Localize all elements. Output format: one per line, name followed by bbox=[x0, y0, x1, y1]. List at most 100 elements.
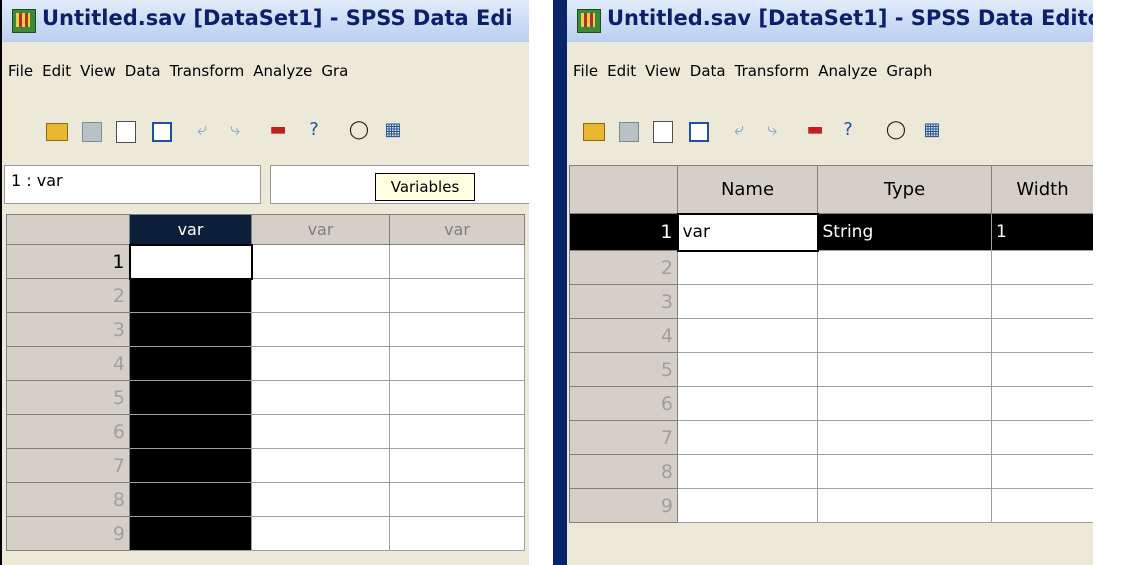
menu-analyze[interactable]: Analyze bbox=[253, 62, 312, 80]
row-header[interactable]: 4 bbox=[6, 346, 130, 381]
data-cell[interactable] bbox=[251, 448, 390, 483]
print-icon[interactable] bbox=[116, 121, 136, 143]
data-cell[interactable] bbox=[251, 516, 390, 551]
variable-type-cell[interactable] bbox=[817, 386, 992, 421]
variable-name-cell[interactable]: var bbox=[676, 212, 819, 252]
title-bar[interactable]: Untitled.sav [DataSet1] - SPSS Data Edi bbox=[2, 0, 529, 42]
title-bar[interactable]: Untitled.sav [DataSet1] - SPSS Data Edit… bbox=[567, 0, 1093, 42]
row-header[interactable]: 2 bbox=[6, 278, 130, 313]
variable-name-cell[interactable] bbox=[677, 284, 818, 319]
variables-icon[interactable]: ? bbox=[837, 119, 859, 141]
variable-width-cell[interactable] bbox=[991, 318, 1093, 353]
selected-cell[interactable] bbox=[129, 414, 252, 449]
column-header-name[interactable]: Name bbox=[677, 165, 818, 214]
variable-name-cell[interactable] bbox=[677, 318, 818, 353]
row-header[interactable]: 2 bbox=[569, 250, 678, 285]
row-header[interactable]: 4 bbox=[569, 318, 678, 353]
undo-icon[interactable]: ⤶ bbox=[191, 119, 213, 141]
variable-type-cell[interactable] bbox=[817, 352, 992, 387]
menu-transform[interactable]: Transform bbox=[735, 62, 810, 80]
data-cell[interactable] bbox=[389, 346, 525, 381]
variable-type-cell[interactable]: String bbox=[817, 213, 992, 251]
variable-name-cell[interactable] bbox=[677, 454, 818, 489]
open-icon[interactable] bbox=[583, 123, 605, 141]
variable-type-cell[interactable] bbox=[817, 250, 992, 285]
data-cell[interactable] bbox=[389, 448, 525, 483]
row-header[interactable]: 5 bbox=[6, 380, 130, 415]
row-header[interactable]: 3 bbox=[6, 312, 130, 347]
menu-edit[interactable]: Edit bbox=[607, 62, 636, 80]
data-cell[interactable] bbox=[389, 414, 525, 449]
variable-type-cell[interactable] bbox=[817, 454, 992, 489]
selected-cell[interactable] bbox=[129, 278, 252, 313]
redo-icon[interactable]: ⤷ bbox=[224, 119, 246, 141]
data-cell[interactable] bbox=[389, 278, 525, 313]
variable-width-cell[interactable] bbox=[991, 284, 1093, 319]
menu-transform[interactable]: Transform bbox=[170, 62, 245, 80]
column-header-type[interactable]: Type bbox=[817, 165, 992, 214]
variable-width-cell[interactable] bbox=[991, 250, 1093, 285]
row-header[interactable]: 9 bbox=[569, 488, 678, 523]
variable-name-cell[interactable] bbox=[677, 352, 818, 387]
undo-icon[interactable]: ⤶ bbox=[728, 119, 750, 141]
row-header[interactable]: 8 bbox=[6, 482, 130, 517]
row-header[interactable]: 6 bbox=[6, 414, 130, 449]
selected-cell[interactable] bbox=[129, 312, 252, 347]
selected-cell[interactable] bbox=[129, 516, 252, 551]
data-cell[interactable] bbox=[251, 380, 390, 415]
data-cell[interactable] bbox=[389, 244, 525, 279]
menu-graphs[interactable]: Graph bbox=[886, 62, 932, 80]
menu-data[interactable]: Data bbox=[690, 62, 726, 80]
row-header[interactable]: 3 bbox=[569, 284, 678, 319]
menu-view[interactable]: View bbox=[80, 62, 116, 80]
row-header[interactable]: 9 bbox=[6, 516, 130, 551]
open-icon[interactable] bbox=[46, 123, 68, 141]
selected-cell[interactable] bbox=[129, 380, 252, 415]
row-header[interactable]: 1 bbox=[569, 213, 678, 251]
variable-width-cell[interactable]: 1 bbox=[991, 213, 1093, 251]
menu-edit[interactable]: Edit bbox=[42, 62, 71, 80]
data-cell[interactable] bbox=[251, 414, 390, 449]
column-header-width[interactable]: Width bbox=[991, 165, 1093, 214]
menu-graphs[interactable]: Gra bbox=[321, 62, 348, 80]
variable-name-cell[interactable] bbox=[677, 420, 818, 455]
column-header-var[interactable]: var bbox=[251, 214, 390, 245]
selected-cell[interactable] bbox=[129, 482, 252, 517]
insert-variable-icon[interactable]: ▦ bbox=[921, 119, 943, 141]
grid-corner[interactable] bbox=[6, 214, 130, 245]
data-cell[interactable] bbox=[251, 244, 390, 279]
print-icon[interactable] bbox=[653, 121, 673, 143]
column-header-var[interactable]: var bbox=[129, 214, 252, 245]
variable-name-cell[interactable] bbox=[677, 488, 818, 523]
save-icon[interactable] bbox=[82, 122, 102, 142]
selected-cell[interactable] bbox=[129, 448, 252, 483]
variable-type-cell[interactable] bbox=[817, 318, 992, 353]
variable-name-cell[interactable] bbox=[677, 250, 818, 285]
row-header[interactable]: 5 bbox=[569, 352, 678, 387]
data-cell[interactable] bbox=[251, 482, 390, 517]
data-cell[interactable] bbox=[251, 312, 390, 347]
variable-width-cell[interactable] bbox=[991, 488, 1093, 523]
menu-data[interactable]: Data bbox=[125, 62, 161, 80]
goto-case-icon[interactable] bbox=[152, 122, 172, 142]
variable-width-cell[interactable] bbox=[991, 420, 1093, 455]
goto-case-icon[interactable] bbox=[689, 122, 709, 142]
variable-type-cell[interactable] bbox=[817, 284, 992, 319]
active-cell[interactable] bbox=[128, 243, 253, 280]
menu-file[interactable]: File bbox=[8, 62, 33, 80]
row-header[interactable]: 7 bbox=[569, 420, 678, 455]
variable-type-cell[interactable] bbox=[817, 488, 992, 523]
insert-case-icon[interactable]: ▬ bbox=[267, 119, 289, 141]
row-header[interactable]: 6 bbox=[569, 386, 678, 421]
variable-type-cell[interactable] bbox=[817, 420, 992, 455]
data-cell[interactable] bbox=[251, 278, 390, 313]
insert-case-icon[interactable]: ▬ bbox=[804, 119, 826, 141]
menu-file[interactable]: File bbox=[573, 62, 598, 80]
variable-width-cell[interactable] bbox=[991, 352, 1093, 387]
variables-icon[interactable]: ? bbox=[303, 119, 325, 141]
variable-width-cell[interactable] bbox=[991, 386, 1093, 421]
variable-width-cell[interactable] bbox=[991, 454, 1093, 489]
row-header[interactable]: 1 bbox=[6, 244, 130, 279]
data-cell[interactable] bbox=[389, 312, 525, 347]
column-header-var[interactable]: var bbox=[389, 214, 525, 245]
